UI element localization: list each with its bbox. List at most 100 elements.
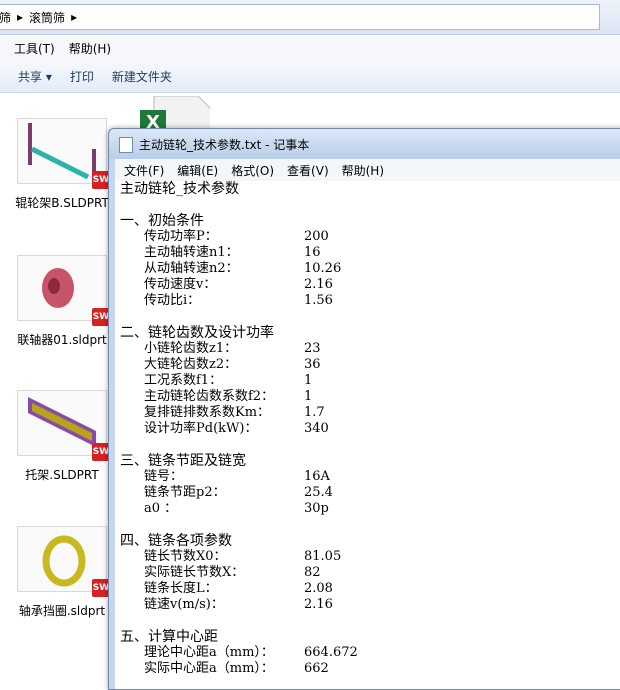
param-row: 大链轮齿数z2： 36	[120, 357, 620, 373]
param-row: 理论中心距a（mm）： 664.672	[120, 645, 620, 661]
param-label: 链号：	[144, 469, 184, 484]
param-row: 工况系数f1： 1	[120, 373, 620, 389]
file-name: 轴承挡圈.sldprt	[18, 604, 106, 618]
param-value: 16A	[304, 469, 330, 484]
menu-help[interactable]: 帮助(H)	[69, 40, 111, 57]
param-value: 25.4	[304, 485, 333, 500]
param-value: 1	[304, 389, 313, 404]
section-title: 一、初始条件	[120, 213, 204, 229]
param-row: 链速v(m/s)： 2.16	[120, 597, 620, 613]
param-value: 1	[304, 373, 313, 388]
param-row: 链号： 16A	[120, 469, 620, 485]
notepad-window[interactable]: 主动链轮_技术参数.txt - 记事本 文件(F) 编辑(E) 格式(O) 查看…	[108, 128, 620, 690]
param-row: 主动轴转速n1： 16	[120, 245, 620, 261]
part-thumbnail: SW	[17, 118, 110, 189]
param-value: 36	[304, 357, 321, 372]
param-row: 小链轮齿数z1： 23	[120, 341, 620, 357]
param-label: 实际链长节数X：	[144, 565, 245, 580]
part-thumbnail: SW	[17, 526, 110, 597]
param-row: 传动速度v： 2.16	[120, 277, 620, 293]
param-value: 16	[304, 245, 321, 260]
param-row: a0 ： 30p	[120, 501, 620, 517]
param-label: 大链轮齿数z2：	[144, 357, 238, 372]
breadcrumb[interactable]: 筛 ▸ 滚筒筛 ▸	[0, 4, 600, 30]
param-row: 传动比i： 1.56	[120, 293, 620, 309]
param-value: 2.16	[304, 277, 333, 292]
menu-file[interactable]: 文件(F)	[124, 162, 164, 179]
notepad-icon	[119, 137, 133, 153]
breadcrumb-separator-icon: ▸	[17, 10, 24, 24]
param-value: 2.08	[304, 581, 333, 596]
param-value: 82	[304, 565, 321, 580]
window-title: 主动链轮_技术参数.txt - 记事本	[139, 138, 310, 152]
print-button[interactable]: 打印	[70, 68, 94, 85]
param-value: 662	[304, 661, 329, 676]
breadcrumb-item[interactable]: 筛	[0, 9, 11, 26]
param-row: 从动轴转速n2： 10.26	[120, 261, 620, 277]
section-title: 五、计算中心距	[120, 629, 218, 645]
breadcrumb-item[interactable]: 滚筒筛	[29, 9, 65, 26]
param-label: 链长节数X0：	[144, 549, 227, 564]
part-thumbnail: SW	[17, 255, 110, 326]
param-row: 主动链轮齿数系数f2： 1	[120, 389, 620, 405]
menu-tools[interactable]: 工具(T)	[14, 40, 55, 57]
text-area[interactable]: 主动链轮_技术参数 一、初始条件 传动功率P： 200 主动轴转速n1： 16 从动轴转速…	[115, 181, 620, 689]
param-row: 设计功率Pd(kW)： 340	[120, 421, 620, 437]
param-label: 主动链轮齿数系数f2：	[144, 389, 275, 404]
explorer-toolbar: 共享 ▾ 打印 新建文件夹	[0, 60, 620, 93]
param-value: 30p	[304, 501, 329, 516]
param-value: 200	[304, 229, 329, 244]
param-label: a0 ：	[144, 501, 178, 516]
param-label: 设计功率Pd(kW)：	[144, 421, 258, 436]
explorer-address-area: 筛 ▸ 滚筒筛 ▸	[0, 0, 620, 35]
notepad-menubar: 文件(F) 编辑(E) 格式(O) 查看(V) 帮助(H)	[115, 159, 620, 182]
param-value: 23	[304, 341, 321, 356]
param-row: 链条长度L： 2.08	[120, 581, 620, 597]
param-row: 传动功率P： 200	[120, 229, 620, 245]
param-value: 340	[304, 421, 329, 436]
param-label: 传动比i：	[144, 293, 201, 308]
param-label: 传动功率P：	[144, 229, 218, 244]
section-title: 四、链条各项参数	[120, 533, 232, 549]
param-label: 小链轮齿数z1：	[144, 341, 238, 356]
param-label: 实际中心距a（mm）：	[144, 661, 274, 676]
document-heading: 主动链轮_技术参数	[120, 181, 239, 197]
part-thumbnail: SW	[17, 390, 110, 461]
share-button[interactable]: 共享 ▾	[18, 68, 52, 85]
param-label: 理论中心距a（mm）：	[144, 645, 274, 660]
section-title: 二、链轮齿数及设计功率	[120, 325, 274, 341]
menu-help[interactable]: 帮助(H)	[342, 162, 384, 179]
param-value: 1.56	[304, 293, 333, 308]
param-row: 实际中心距a（mm）： 662	[120, 661, 620, 677]
file-name: 托架.SLDPRT	[25, 468, 99, 482]
param-label: 复排链排数系数Km：	[144, 405, 271, 420]
explorer-menubar: 工具(T) 帮助(H)	[0, 36, 620, 60]
param-label: 工况系数f1：	[144, 373, 223, 388]
menu-format[interactable]: 格式(O)	[231, 162, 274, 179]
param-label: 传动速度v：	[144, 277, 217, 292]
breadcrumb-separator-icon: ▸	[71, 10, 78, 24]
section-title: 三、链条节距及链宽	[120, 453, 246, 469]
param-value: 1.7	[304, 405, 325, 420]
param-label: 链条长度L：	[144, 581, 218, 596]
param-row: 链条节距p2： 25.4	[120, 485, 620, 501]
param-row: 实际链长节数X： 82	[120, 565, 620, 581]
file-item[interactable]: SW 联轴器01.sldprt	[14, 255, 110, 348]
notepad-titlebar[interactable]: 主动链轮_技术参数.txt - 记事本	[109, 129, 620, 159]
menu-edit[interactable]: 编辑(E)	[177, 162, 218, 179]
param-label: 链速v(m/s)：	[144, 597, 224, 612]
param-label: 链条节距p2：	[144, 485, 226, 500]
param-value: 664.672	[304, 645, 358, 660]
param-label: 主动轴转速n1：	[144, 245, 239, 260]
file-item[interactable]: SW 轴承挡圈.sldprt	[14, 526, 110, 619]
param-value: 10.26	[304, 261, 342, 276]
param-value: 2.16	[304, 597, 333, 612]
new-folder-button[interactable]: 新建文件夹	[112, 68, 172, 85]
file-item[interactable]: SW 托架.SLDPRT	[14, 390, 110, 483]
param-label: 从动轴转速n2：	[144, 261, 239, 276]
menu-view[interactable]: 查看(V)	[287, 162, 329, 179]
file-item[interactable]: SW 辊轮架B.SLDPRT	[14, 118, 110, 211]
